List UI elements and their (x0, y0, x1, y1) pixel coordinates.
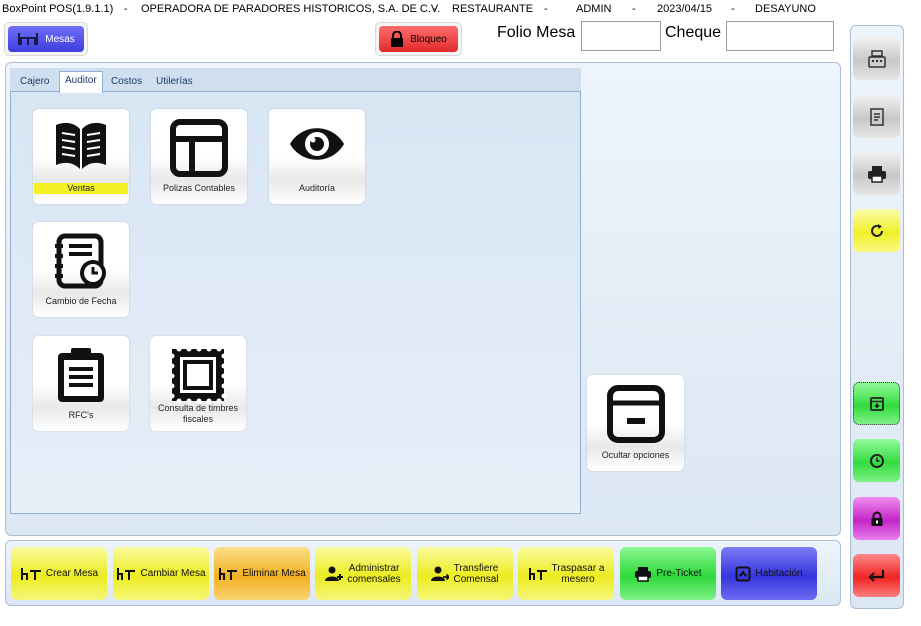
separator: - (544, 3, 548, 15)
polizas-label: Polizas Contables (162, 183, 236, 193)
cheque-field[interactable] (726, 21, 834, 51)
tab-utilerias[interactable]: Utilerías (151, 73, 198, 92)
clipboard-icon (58, 348, 104, 402)
timbres-tile[interactable]: Consulta de timbres fiscales (150, 336, 246, 431)
bloqueo-label: Bloqueo (410, 33, 447, 45)
cash-register-button[interactable] (853, 37, 900, 80)
administrar-comensales-button[interactable]: Administrar comensales (315, 547, 411, 600)
traspasar-mesero-label: Traspasar a mesero (551, 562, 605, 585)
lock-icon (391, 31, 404, 47)
timbres-label-line1: Consulta de timbres (157, 403, 239, 413)
stamp-icon (169, 346, 227, 404)
administrar-comensales-label: Administrar comensales (347, 562, 401, 585)
timbres-label: Consulta de timbres fiscales (150, 403, 246, 425)
return-icon (867, 569, 884, 582)
lock-icon (871, 511, 882, 526)
tables-icon (18, 33, 39, 45)
hide-panel-icon (606, 385, 665, 443)
refresh-icon (870, 223, 883, 237)
ocultar-opciones-tile[interactable]: Ocultar opciones (587, 375, 684, 471)
separator: - (632, 3, 636, 15)
transfiere-comensal-button[interactable]: Transfiere Comensal (417, 547, 513, 600)
company-name: OPERADORA DE PARADORES HISTORICOS, S.A. … (141, 3, 441, 15)
return-button[interactable] (853, 554, 900, 597)
tab-costos[interactable]: Costos (106, 73, 147, 92)
traspasar-mesero-button[interactable]: Traspasar a mesero (518, 547, 614, 600)
add-box-button[interactable] (853, 382, 900, 425)
ventas-label: Ventas (34, 183, 128, 194)
folio-mesa-field[interactable] (581, 21, 661, 51)
printer-icon (635, 566, 652, 582)
table-icon (528, 567, 547, 580)
app-name: BoxPoint POS(1.9.1.1) (2, 3, 114, 15)
eye-icon (290, 128, 344, 160)
tab-auditor[interactable]: Auditor (59, 71, 103, 93)
polizas-tile[interactable]: Polizas Contables (151, 109, 247, 204)
user-name: ADMIN (576, 3, 612, 15)
receipt-icon (869, 107, 884, 126)
auditoria-label: Auditoría (298, 183, 336, 193)
print-button[interactable] (853, 152, 900, 195)
ventas-tile[interactable]: Ventas (33, 109, 129, 204)
lock-button[interactable] (853, 497, 900, 540)
transfer-person-icon (431, 566, 450, 581)
area-name: RESTAURANTE (452, 3, 534, 15)
pos-window: BoxPoint POS(1.9.1.1) - OPERADORA DE PAR… (0, 0, 921, 626)
cambiar-mesa-button[interactable]: Cambiar Mesa (113, 547, 209, 600)
bloqueo-button[interactable]: Bloqueo (375, 22, 462, 56)
crear-mesa-label: Crear Mesa (45, 568, 99, 579)
table-icon (20, 567, 41, 580)
separator: - (731, 3, 735, 15)
layout-icon (170, 119, 228, 177)
cambiar-mesa-label: Cambiar Mesa (140, 568, 206, 579)
pre-ticket-label: Pre-Ticket (656, 568, 702, 579)
calendar-clock-icon (55, 233, 106, 289)
room-icon (735, 566, 751, 581)
timbres-label-line2: fiscales (182, 414, 213, 424)
separator: - (433, 3, 437, 15)
table-delete-icon (219, 567, 238, 580)
cambio-fecha-label: Cambio de Fecha (45, 296, 117, 306)
auditoria-tile[interactable]: Auditoría (269, 109, 365, 204)
add-box-icon (869, 396, 884, 411)
mesas-label: Mesas (45, 33, 75, 45)
receipt-button[interactable] (853, 95, 900, 138)
title-bar: BoxPoint POS(1.9.1.1) - OPERADORA DE PAR… (0, 0, 921, 20)
pre-ticket-button[interactable]: Pre-Ticket (620, 547, 716, 600)
mesas-button[interactable]: Mesas (4, 22, 88, 56)
clock-icon (869, 453, 884, 468)
clock-button[interactable] (853, 439, 900, 482)
cash-register-icon (867, 49, 886, 68)
folio-mesa-label: Folio Mesa (497, 24, 576, 41)
habitacion-label: Habitación (755, 568, 803, 579)
meal-period: DESAYUNO (755, 3, 816, 15)
current-date: 2023/04/15 (657, 3, 713, 15)
rfcs-label: RFC's (68, 410, 94, 420)
transfiere-comensal-label: Transfiere Comensal (453, 562, 499, 585)
eliminar-mesa-label: Eliminar Mesa (242, 568, 306, 579)
crear-mesa-button[interactable]: Crear Mesa (11, 547, 107, 600)
table-swap-icon (117, 567, 136, 580)
rfcs-tile[interactable]: RFC's (33, 336, 129, 431)
ocultar-opciones-label: Ocultar opciones (601, 450, 670, 460)
open-book-icon (56, 122, 106, 169)
add-person-icon (325, 566, 344, 581)
cheque-label: Cheque (665, 24, 722, 41)
refresh-button[interactable] (853, 209, 900, 252)
eliminar-mesa-button[interactable]: Eliminar Mesa (214, 547, 310, 600)
habitacion-button[interactable]: Habitación (721, 547, 817, 600)
cambio-fecha-tile[interactable]: Cambio de Fecha (33, 222, 129, 317)
tab-cajero[interactable]: Cajero (15, 73, 54, 92)
printer-icon (867, 165, 886, 183)
separator: - (124, 3, 128, 15)
